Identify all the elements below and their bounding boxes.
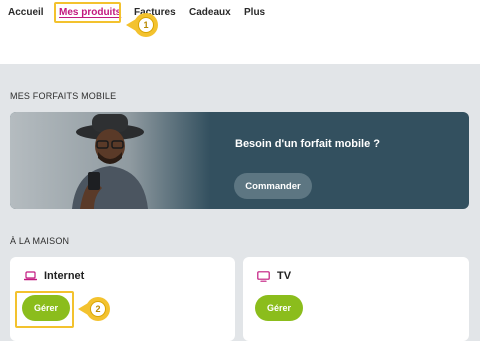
tv-card-title: TV xyxy=(277,270,292,282)
step-number: 1 xyxy=(138,17,154,33)
laptop-icon xyxy=(24,271,37,281)
section-title-home: À LA MAISON xyxy=(10,236,70,246)
tv-icon xyxy=(257,271,270,282)
nav-item-plus[interactable]: Plus xyxy=(244,7,265,18)
mobile-offer-banner: Besoin d'un forfait mobile ? Commander xyxy=(10,112,469,209)
step-callout-2: 2 xyxy=(86,297,110,321)
gerer-tv-button[interactable]: Gérer xyxy=(255,295,303,321)
commander-button[interactable]: Commander xyxy=(234,173,312,199)
highlight-box-mes-produits xyxy=(54,2,121,23)
top-navigation: Accueil Mes produits Factures Cadeaux Pl… xyxy=(0,0,480,64)
person-with-phone-image xyxy=(10,112,210,209)
step-callout-1: 1 xyxy=(134,13,158,37)
banner-title: Besoin d'un forfait mobile ? xyxy=(235,138,381,150)
section-title-mobile: MES FORFAITS MOBILE xyxy=(10,91,117,101)
nav-item-cadeaux[interactable]: Cadeaux xyxy=(189,7,231,18)
highlight-box-gerer xyxy=(15,291,74,328)
nav-item-accueil[interactable]: Accueil xyxy=(8,7,44,18)
step-number: 2 xyxy=(90,301,106,317)
internet-card-title: Internet xyxy=(44,270,85,282)
tv-card: TV Gérer xyxy=(243,257,469,341)
